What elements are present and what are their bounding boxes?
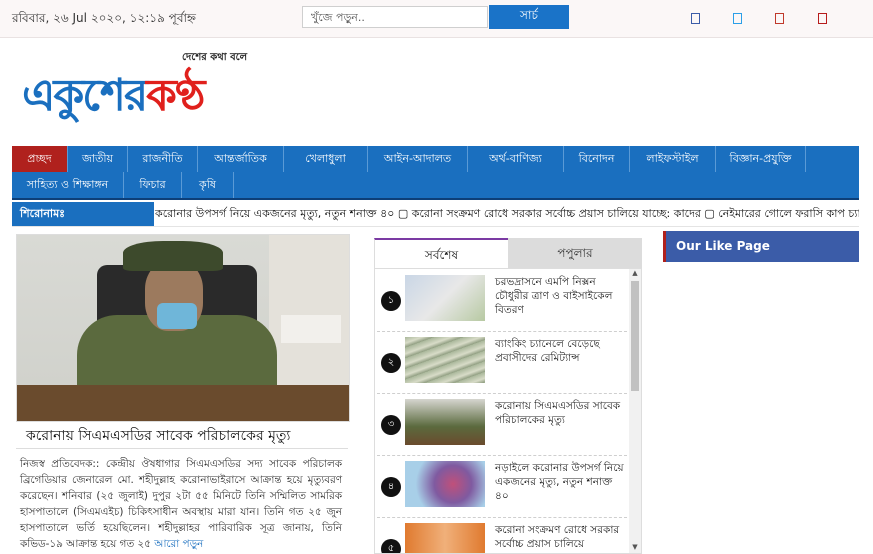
tab-popular[interactable]: পপুলার [508,238,642,268]
current-date: রবিবার, ২৬ Jul ২০২০, ১২:১৯ পূর্বাহ্ন [12,11,196,25]
nav-row: সাহিত্য ও শিক্ষাঙ্গন ফিচার কৃষি [12,172,234,198]
latest-news-list: ১ চরভদ্রাসনে এমপি নিক্সন চৌধুরীর ত্রাণ ও… [374,268,642,554]
nav-item-entertainment[interactable]: বিনোদন [564,146,630,172]
item-number: ৪ [381,477,401,497]
item-title[interactable]: চরভদ্রাসনে এমপি নিক্সন চৌধুরীর ত্রাণ ও ব… [495,275,625,317]
nav-item-agriculture[interactable]: কৃষি [182,172,234,198]
nav-item-feature[interactable]: ফিচার [124,172,182,198]
search-button[interactable]: সার্চ [489,5,569,29]
list-item[interactable]: ৩ করোনায় সিএমএসডির সাবেক পরিচালকের মৃত্… [377,393,627,456]
news-tabs: সর্বশেষ পপুলার [374,238,642,268]
item-number: ৩ [381,415,401,435]
headline-ticker: শিরোনামঃ করোনার উপসর্গ নিয়ে একজনের মৃত্… [12,202,859,227]
nav-item-law[interactable]: আইন-আদালত [368,146,468,172]
item-thumbnail[interactable] [405,399,485,445]
lead-story-title[interactable]: করোনায় সিএমএসডির সাবেক পরিচালকের মৃত্যু [26,424,290,448]
like-page-header: Our Like Page [663,231,859,262]
lead-story-image[interactable] [16,234,350,422]
nav-item-national[interactable]: জাতীয় [68,146,128,172]
nav-item-economy[interactable]: অর্থ-বাণিজ্য [468,146,564,172]
list-item[interactable]: ২ ব্যাংকিং চ্যানেলে বেড়েছে প্রবাসীদের র… [377,331,627,394]
google-plus-icon[interactable] [775,13,784,24]
item-number: ১ [381,291,401,311]
main-nav: প্রচ্ছদ জাতীয় রাজনীতি আন্তর্জাতিক খেলাধ… [12,146,859,200]
item-title[interactable]: নড়াইলে করোনার উপসর্গ নিয়ে একজনের মৃত্য… [495,461,625,503]
item-title[interactable]: করোনায় সিএমএসডির সাবেক পরিচালকের মৃত্যু [495,399,625,427]
item-thumbnail[interactable] [405,275,485,321]
facebook-icon[interactable] [691,13,700,24]
scroll-down-icon[interactable]: ▼ [629,543,641,553]
list-item[interactable]: ৫ করোনা সংক্রমণ রোধে সরকার সর্বোচ্চ প্রয… [377,517,627,553]
item-title[interactable]: ব্যাংকিং চ্যানেলে বেড়েছে প্রবাসীদের রেম… [495,337,625,365]
nav-item-home[interactable]: প্রচ্ছদ [12,146,68,172]
item-thumbnail[interactable] [405,461,485,507]
search-input[interactable] [302,6,488,28]
nav-row: প্রচ্ছদ জাতীয় রাজনীতি আন্তর্জাতিক খেলাধ… [12,146,806,172]
list-scrollbar[interactable]: ▲ ▼ [629,269,641,553]
youtube-icon[interactable] [818,13,827,24]
tab-latest[interactable]: সর্বশেষ [374,238,508,268]
nav-item-politics[interactable]: রাজনীতি [128,146,198,172]
top-bar: রবিবার, ২৬ Jul ২০২০, ১২:১৯ পূর্বাহ্ন সার… [0,0,873,38]
scroll-up-icon[interactable]: ▲ [629,269,641,279]
divider [16,448,348,449]
scrollbar-thumb[interactable] [631,281,639,391]
ticker-label: শিরোনামঃ [12,202,154,226]
ticker-text[interactable]: করোনার উপসর্গ নিয়ে একজনের মৃত্যু, নতুন … [155,202,859,226]
item-thumbnail[interactable] [405,337,485,383]
item-number: ৫ [381,539,401,553]
item-thumbnail[interactable] [405,523,485,553]
nav-item-sports[interactable]: খেলাধুলা [284,146,368,172]
twitter-icon[interactable] [733,13,742,24]
nav-item-literature[interactable]: সাহিত্য ও শিক্ষাঙ্গন [12,172,124,198]
read-more-link[interactable]: আরো পড়ুন [154,538,203,550]
lead-story-summary: নিজস্ব প্রতিবেদক:: কেন্দ্রীয় ঔষধাগার সি… [20,458,342,550]
nav-item-science[interactable]: বিজ্ঞান-প্রযুক্তি [716,146,806,172]
site-logo[interactable]: দেশের কথা বলে একুশেরকণ্ঠ [22,48,272,138]
item-number: ২ [381,353,401,373]
list-item[interactable]: ১ চরভদ্রাসনে এমপি নিক্সন চৌধুরীর ত্রাণ ও… [377,269,627,332]
like-page-title: Our Like Page [676,239,770,253]
logo-wordmark: একুশেরকণ্ঠ [22,70,205,121]
item-title[interactable]: করোনা সংক্রমণ রোধে সরকার সর্বোচ্চ প্রয়া… [495,523,625,551]
nav-item-international[interactable]: আন্তর্জাতিক [198,146,284,172]
list-item[interactable]: ৪ নড়াইলে করোনার উপসর্গ নিয়ে একজনের মৃত… [377,455,627,518]
nav-item-lifestyle[interactable]: লাইফস্টাইল [630,146,716,172]
